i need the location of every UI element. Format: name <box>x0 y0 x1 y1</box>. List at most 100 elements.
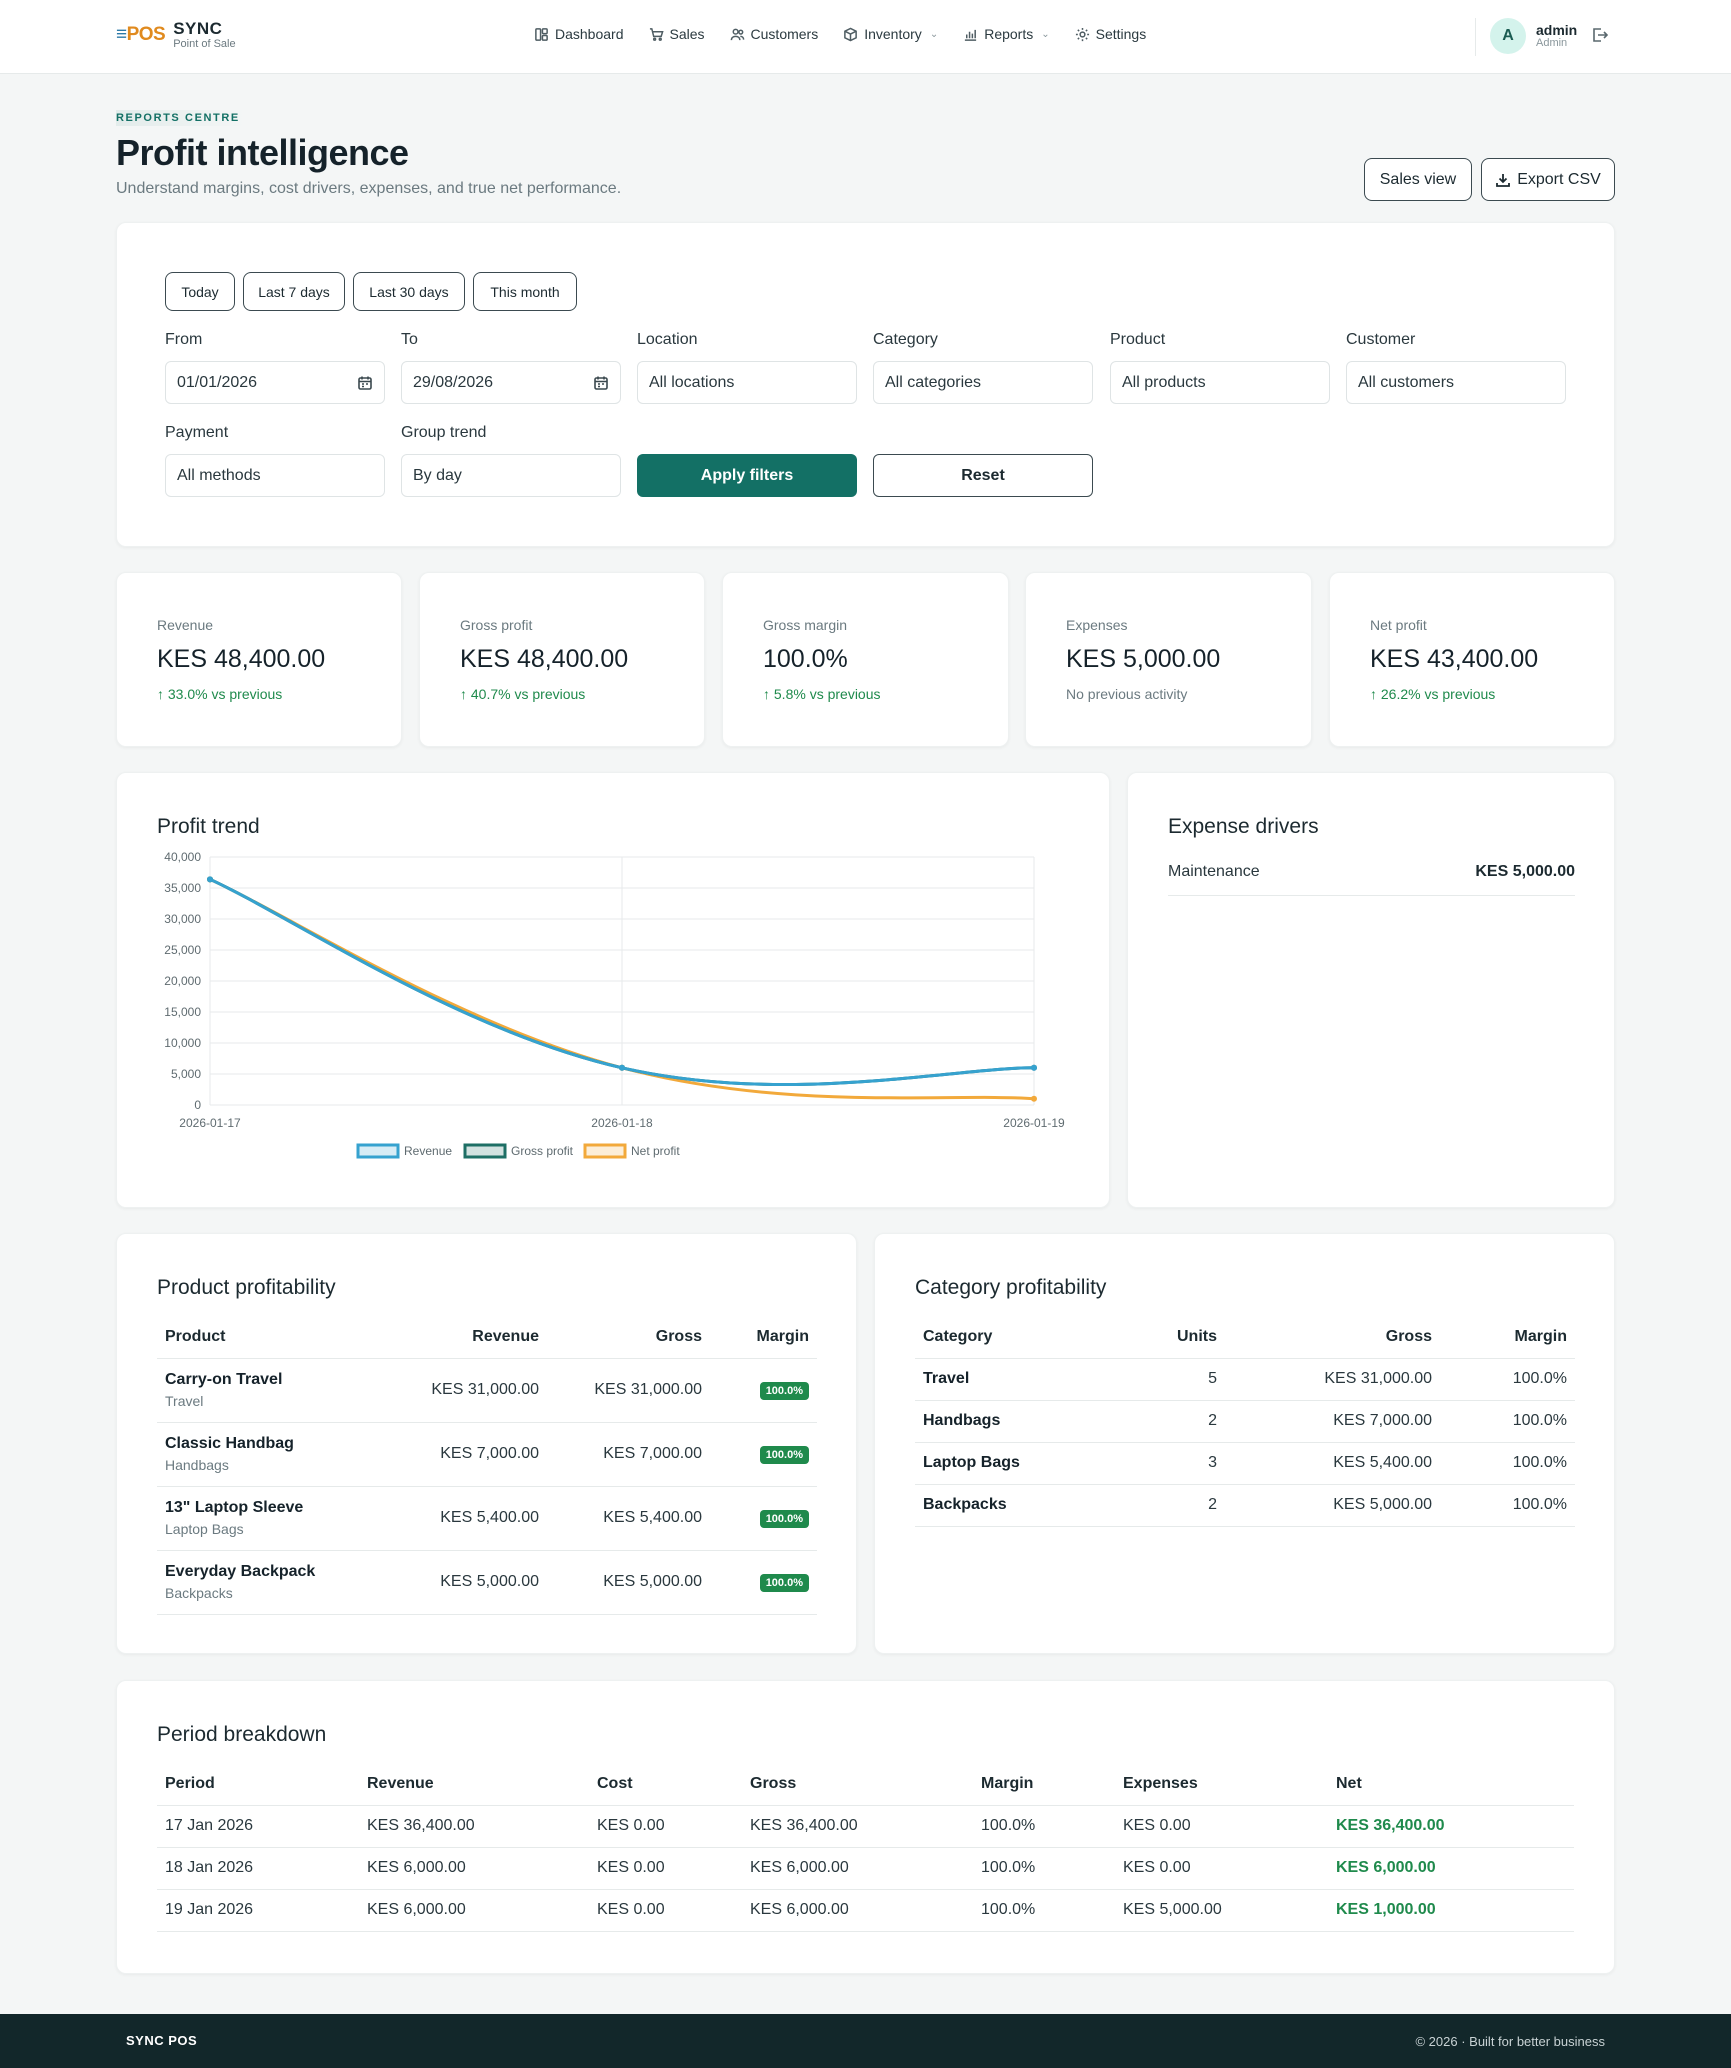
category-value: All categories <box>885 373 982 391</box>
from-label: From <box>165 331 203 348</box>
table-row: 19 Jan 2026 KES 6,000.00 KES 0.00 KES 6,… <box>157 1889 1574 1932</box>
nav-sales-label: Sales <box>669 26 705 42</box>
calendar-icon[interactable] <box>593 375 609 391</box>
category-margin: 100.0% <box>1440 1358 1575 1401</box>
from-date-value: 01/01/2026 <box>177 373 258 391</box>
period-gross: KES 6,000.00 <box>742 1889 973 1932</box>
preset-today[interactable]: Today <box>165 272 235 311</box>
nav-dashboard[interactable]: Dashboard <box>534 26 624 42</box>
period-label: 17 Jan 2026 <box>157 1805 359 1848</box>
brand[interactable]: ≡POS SYNC Point of Sale <box>116 20 236 50</box>
data-point <box>1031 1095 1037 1102</box>
category-name: Backpacks <box>915 1484 1115 1527</box>
kpi-label: Net profit <box>1370 617 1427 633</box>
calendar-icon[interactable] <box>357 375 373 391</box>
period-revenue: KES 6,000.00 <box>359 1889 589 1932</box>
kpi-value: KES 43,400.00 <box>1370 645 1539 673</box>
kpi-label: Gross margin <box>763 617 848 633</box>
category-gross: KES 5,000.00 <box>1225 1484 1440 1527</box>
period-expenses: KES 5,000.00 <box>1115 1889 1328 1932</box>
period-net: KES 1,000.00 <box>1328 1889 1574 1932</box>
payment-value: All methods <box>177 466 261 484</box>
kpi-label: Expenses <box>1066 617 1128 633</box>
reset-button[interactable]: Reset <box>873 454 1093 497</box>
product-name: 13" Laptop Sleeve <box>165 1499 304 1516</box>
table-row: Laptop Bags 3 KES 5,400.00 100.0% <box>915 1442 1575 1485</box>
nav-customers[interactable]: Customers <box>730 26 818 42</box>
apply-filters-button[interactable]: Apply filters <box>637 454 857 497</box>
page-title: Profit intelligence <box>116 132 409 173</box>
nav-reports[interactable]: Reports ⌄ <box>963 26 1050 42</box>
product-category: Laptop Bags <box>165 1521 244 1537</box>
user-menu[interactable]: A admin Admin <box>1490 18 1577 54</box>
nav-inventory[interactable]: Inventory ⌄ <box>843 26 938 42</box>
table-row: Everyday Backpack Backpacks KES 5,000.00 … <box>157 1550 817 1615</box>
table-row: Classic Handbag Handbags KES 7,000.00 KES… <box>157 1422 817 1487</box>
category-select[interactable]: All categories <box>873 361 1093 404</box>
category-units: 3 <box>1115 1442 1225 1485</box>
period-expenses: KES 0.00 <box>1115 1847 1328 1890</box>
from-date-input[interactable]: 01/01/2026 <box>165 361 385 404</box>
footer-copyright: © 2026 · Built for better business <box>1415 2034 1605 2049</box>
nav-divider <box>1475 18 1476 56</box>
margin-badge: 100.0% <box>759 1509 809 1528</box>
cart-icon <box>649 27 664 41</box>
nav-sales[interactable]: Sales <box>649 26 705 42</box>
data-point <box>1031 1064 1037 1071</box>
kpi-card-gross-margin: Gross margin 100.0% ↑ 5.8% vs previous <box>722 572 1009 747</box>
kpi-trend: ↑ 33.0% vs previous <box>157 686 283 702</box>
preset-last-30-days[interactable]: Last 30 days <box>353 272 465 311</box>
product-revenue: KES 7,000.00 <box>377 1422 547 1487</box>
expense-row: Maintenance KES 5,000.00 <box>1168 863 1575 896</box>
preset-this-month[interactable]: This month <box>473 272 577 311</box>
product-gross: KES 5,400.00 <box>547 1486 710 1551</box>
group-trend-label: Group trend <box>401 424 487 441</box>
profit-trend-chart: 0 5,000 10,000 15,000 20,000 25,000 30,000 35,0… <box>164 850 1065 1159</box>
legend-label: Revenue <box>404 1144 452 1158</box>
logout-button[interactable] <box>1590 26 1610 46</box>
category-units: 2 <box>1115 1400 1225 1443</box>
page-subtitle: Understand margins, cost drivers, expens… <box>116 180 622 197</box>
product-gross: KES 31,000.00 <box>547 1358 710 1423</box>
bar-chart-icon <box>965 29 977 41</box>
preset-last-7-days[interactable]: Last 7 days <box>243 272 345 311</box>
expense-drivers-card: Expense drivers Maintenance KES 5,000.00 <box>1127 772 1615 1208</box>
category-name: Travel <box>915 1358 1115 1401</box>
table-row: Travel 5 KES 31,000.00 100.0% <box>915 1358 1575 1401</box>
nav-settings[interactable]: Settings <box>1075 26 1146 42</box>
box-icon <box>844 27 858 41</box>
user-role: Admin <box>1536 36 1568 49</box>
kpi-value: KES 48,400.00 <box>157 645 326 673</box>
kpi-label: Gross profit <box>460 617 533 633</box>
y-tick-label: 25,000 <box>164 943 201 957</box>
main-nav: Dashboard Sales Customers Inventory ⌄ Re… <box>534 26 1146 42</box>
product-gross: KES 5,000.00 <box>547 1550 710 1615</box>
customer-select[interactable]: All customers <box>1346 361 1566 404</box>
product-select[interactable]: All products <box>1110 361 1330 404</box>
to-date-input[interactable]: 29/08/2026 <box>401 361 621 404</box>
payment-label: Payment <box>165 424 229 441</box>
period-breakdown-card: Period breakdown Period Revenue Cost Gro… <box>116 1680 1615 1974</box>
product-category: Handbags <box>165 1457 229 1473</box>
period-gross: KES 6,000.00 <box>742 1847 973 1890</box>
period-revenue: KES 6,000.00 <box>359 1847 589 1890</box>
expense-drivers-title: Expense drivers <box>1168 815 1319 838</box>
payment-select[interactable]: All methods <box>165 454 385 497</box>
footer-brand: SYNC POS <box>126 2033 198 2048</box>
kpi-value: KES 5,000.00 <box>1066 645 1221 673</box>
export-csv-button[interactable]: Export CSV <box>1481 158 1615 201</box>
margin-badge: 100.0% <box>759 1381 809 1400</box>
location-select[interactable]: All locations <box>637 361 857 404</box>
product-gross: KES 7,000.00 <box>547 1422 710 1487</box>
category-name: Handbags <box>915 1400 1115 1443</box>
y-tick-label: 35,000 <box>164 881 201 895</box>
period-margin: 100.0% <box>973 1805 1115 1848</box>
kpi-card-revenue: Revenue KES 48,400.00 ↑ 33.0% vs previou… <box>116 572 402 747</box>
group-trend-value: By day <box>413 466 462 484</box>
table-row: Handbags 2 KES 7,000.00 100.0% <box>915 1400 1575 1443</box>
period-net: KES 6,000.00 <box>1328 1847 1574 1890</box>
group-trend-select[interactable]: By day <box>401 454 621 497</box>
sales-view-label: Sales view <box>1379 170 1457 188</box>
sales-view-button[interactable]: Sales view <box>1364 158 1472 201</box>
product-name: Classic Handbag <box>165 1435 294 1452</box>
